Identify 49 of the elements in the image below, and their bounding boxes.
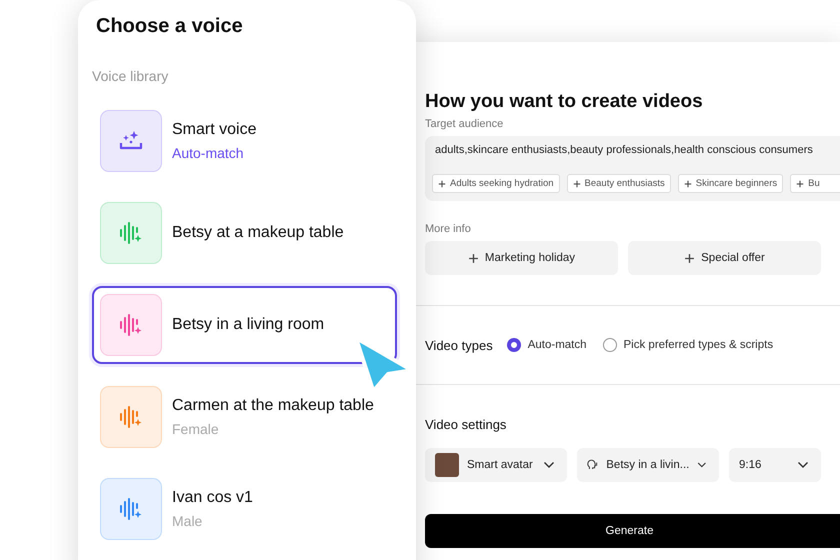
dropdown[interactable]: Smart avatar — [425, 448, 567, 482]
dropdown[interactable]: Betsy in a livin... — [577, 448, 719, 482]
panel-title: How you want to create videos — [425, 90, 704, 114]
chevron-down-icon — [697, 461, 707, 469]
voice-option[interactable]: Carmen at the makeup table Female — [92, 378, 397, 456]
photo-placeholder — [435, 453, 459, 477]
add-info-button[interactable]: Special offer — [628, 241, 821, 275]
voice-option[interactable]: Smart voice Auto-match — [92, 102, 397, 180]
voice-subtitle: Female — [172, 421, 220, 437]
plus-icon — [438, 180, 446, 188]
radio-option[interactable]: Auto-match — [506, 338, 587, 352]
sound-wave-icon — [119, 405, 143, 429]
plus-icon — [684, 180, 692, 188]
sound-wave-icon — [119, 221, 143, 245]
generate-button[interactable]: Generate — [425, 514, 840, 548]
suggestion-chip[interactable]: Skincare beginners — [678, 174, 784, 193]
voice-name: Smart voice — [172, 121, 256, 139]
voice-name: Betsy in a living room — [172, 316, 324, 334]
voice-option[interactable]: Ivan cos v1 Male — [92, 470, 397, 548]
plus-icon — [572, 180, 581, 188]
plus-icon — [796, 180, 804, 188]
sound-wave-icon — [119, 497, 143, 521]
plus-icon — [684, 252, 696, 264]
target-audience-field[interactable]: adults,skincare enthusiasts,beauty professionals,health conscious consumers Adults seeking hydration Beauty enthusiasts Skincare beginners Bu — [425, 136, 840, 201]
radio-option[interactable]: Pick preferred types & scripts — [602, 338, 774, 352]
section-label: Video types — [425, 338, 493, 352]
voice-name: Carmen at the makeup table — [172, 397, 374, 415]
suggestion-chip[interactable]: Beauty enthusiasts — [566, 174, 671, 193]
voice-subtitle: Auto-match — [172, 145, 245, 161]
section-label: Video settings — [425, 417, 508, 432]
voice-option[interactable]: Betsy at a makeup table — [92, 194, 397, 272]
audience-text: adults,skincare enthusiasts,beauty professionals,health conscious consumers — [434, 144, 814, 156]
voice-name: Ivan cos v1 — [172, 489, 253, 507]
speaking-head-icon — [587, 458, 598, 472]
field-label: More info — [425, 223, 472, 235]
dropdown[interactable]: 9:16 — [729, 448, 821, 482]
voice-subtitle: Male — [172, 513, 204, 529]
chevron-down-icon — [797, 461, 809, 469]
voice-name: Betsy at a makeup table — [172, 224, 344, 242]
voice-option[interactable]: Betsy in a living room — [92, 286, 397, 364]
section-label: Voice library — [92, 68, 170, 84]
suggestion-chip[interactable]: Adults seeking hydration — [432, 174, 560, 193]
sound-wave-icon — [119, 313, 143, 337]
field-label: Target audience — [425, 118, 504, 130]
chevron-down-icon — [543, 461, 555, 469]
suggestion-chip[interactable]: Bu — [790, 174, 840, 193]
add-info-button[interactable]: Marketing holiday — [425, 241, 618, 275]
plus-icon — [468, 252, 479, 264]
dialog-title: Choose a voice — [96, 14, 244, 38]
